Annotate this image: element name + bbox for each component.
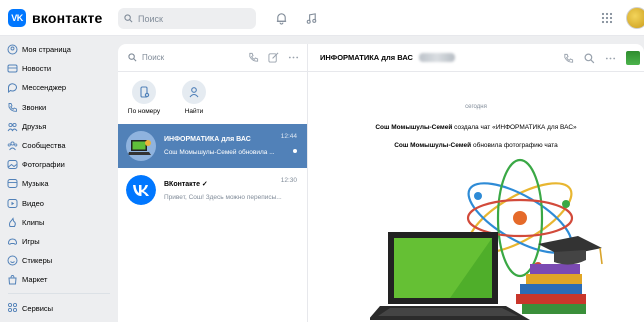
sidebar-item-label: Звонки (22, 102, 47, 112)
chat-search-placeholder: Поиск (142, 53, 165, 62)
chat-last-message: Привет, Сош! Здесь можно переписы... (164, 193, 282, 201)
left-sidebar: Моя страница Новости Мессенджер Звонки Друзь… (0, 36, 118, 322)
chat-avatar-vk (126, 175, 156, 205)
photo-icon (7, 160, 18, 170)
music-note-icon[interactable] (302, 9, 320, 27)
conversation-header[interactable]: ИНФОРМАТИКА для ВАС (308, 44, 644, 72)
sidebar-item-community[interactable]: Сообщества (0, 136, 118, 155)
sidebar-item-vkpay[interactable]: VK Pay (0, 318, 118, 322)
call-icon[interactable] (563, 53, 574, 64)
quick-actions: По номеру Найти (118, 72, 307, 124)
services-icon (7, 303, 18, 313)
sidebar-item-news[interactable]: Новости (0, 59, 118, 78)
chat-time: 12:44 (280, 133, 297, 140)
system-actor[interactable]: Сош Момышулы-Семей (375, 124, 452, 131)
unread-dot-icon (293, 149, 297, 153)
compose-icon[interactable] (268, 52, 279, 63)
chat-list-panel: Поиск По номеру Найти ИНФОРМАТИКА для ВА… (118, 44, 308, 322)
sidebar-item-label: Моя страница (22, 45, 71, 55)
vk-logo[interactable]: VK вконтакте (8, 9, 103, 27)
sidebar-item-stickers[interactable]: Стикеры (0, 251, 118, 270)
quick-find[interactable]: Найти (176, 80, 212, 124)
sidebar-item-label: Сообщества (22, 141, 66, 151)
market-icon (8, 275, 17, 285)
chat-avatar-informatika (126, 131, 156, 161)
sidebar-item-games[interactable]: Игры (0, 232, 118, 251)
sidebar-item-music[interactable]: Музыка (0, 174, 118, 193)
chat-item-informatika[interactable]: ИНФОРМАТИКА для ВАС Сош Момышулы-Семей о… (118, 124, 307, 168)
sidebar-item-phone[interactable]: Звонки (0, 98, 118, 117)
system-message-photo: Сош Момышулы-Семей обновила фотографию ч… (308, 142, 644, 149)
profile-avatar[interactable] (626, 7, 644, 29)
news-icon (7, 64, 18, 73)
more-icon[interactable] (288, 52, 299, 63)
system-text: создала чат «ИНФОРМАТИКА для ВАС» (452, 124, 577, 131)
community-icon (7, 141, 18, 151)
sidebar-item-label: Маркет (22, 275, 48, 285)
date-divider: сегодня (465, 104, 487, 110)
user-icon (7, 44, 18, 55)
bell-icon[interactable] (272, 9, 290, 27)
chat-search-input[interactable]: Поиск (118, 44, 307, 72)
sidebar-item-label: Игры (22, 236, 40, 246)
phone-add-icon (140, 86, 150, 98)
chat-photo-thumbnail[interactable] (626, 51, 640, 65)
chat-last-message: Сош Момышулы-Семей обновила ... (164, 149, 275, 156)
chat-name: ВКонтакте ✓ (164, 180, 208, 188)
video-icon (7, 198, 18, 208)
sidebar-item-friends[interactable]: Друзья (0, 117, 118, 136)
sidebar-item-clips[interactable]: Клипы (0, 213, 118, 232)
system-message-created: Сош Момышулы-Семей создала чат «ИНФОРМАТ… (308, 124, 644, 131)
sidebar-item-market[interactable]: Маркет (0, 270, 118, 289)
more-icon[interactable] (605, 53, 616, 64)
sidebar-item-label: Стикеры (22, 256, 53, 266)
music-icon (7, 179, 18, 189)
sidebar-item-services[interactable]: Сервисы (0, 298, 118, 317)
search-icon[interactable] (584, 52, 595, 64)
blurred-emoji (418, 53, 455, 62)
top-bar: VK вконтакте Поиск (0, 0, 644, 36)
sidebar-item-label: Музыка (22, 179, 49, 189)
person-search-icon (189, 87, 199, 98)
stickers-icon (7, 255, 18, 266)
quick-by-number-label: По номеру (127, 108, 161, 115)
message-icon (7, 83, 17, 94)
friends-icon (7, 122, 18, 132)
call-icon[interactable] (248, 52, 259, 63)
top-search-input[interactable]: Поиск (118, 8, 256, 29)
search-icon (128, 53, 137, 62)
sidebar-item-message[interactable]: Мессенджер (0, 78, 118, 97)
chat-name: ИНФОРМАТИКА для ВАС (164, 136, 251, 143)
sidebar-item-label: Сервисы (22, 303, 54, 313)
sidebar-item-label: Новости (22, 64, 52, 74)
conversation-panel: ИНФОРМАТИКА для ВАС сегодня Сош Момышулы… (308, 44, 644, 322)
vk-logo-text: вконтакте (32, 10, 103, 26)
clips-icon (9, 216, 16, 227)
top-search-placeholder: Поиск (138, 13, 163, 24)
quick-by-number[interactable]: По номеру (126, 80, 162, 124)
sidebar-divider (8, 293, 110, 295)
phone-icon (8, 102, 17, 112)
sidebar-item-photo[interactable]: Фотографии (0, 155, 118, 174)
sidebar-item-label: Клипы (22, 217, 45, 227)
chat-item-vkontakte[interactable]: ВКонтакте ✓ Привет, Сош! Здесь можно пер… (118, 168, 307, 212)
sidebar-item-label: Видео (22, 198, 44, 208)
games-icon (7, 238, 18, 245)
quick-find-label: Найти (184, 108, 204, 115)
vk-logo-badge: VK (8, 9, 26, 27)
search-icon (124, 14, 133, 23)
system-text: обновила фотографию чата (471, 142, 558, 149)
apps-grid-icon[interactable] (598, 9, 616, 27)
chat-photo-image[interactable] (370, 156, 610, 322)
chat-time: 12:30 (280, 177, 297, 184)
sidebar-item-label: Фотографии (22, 160, 65, 170)
sidebar-item-label: Мессенджер (22, 83, 67, 93)
system-actor[interactable]: Сош Момышулы-Семей (394, 142, 471, 149)
sidebar-item-user[interactable]: Моя страница (0, 40, 118, 59)
conversation-title: ИНФОРМАТИКА для ВАС (320, 53, 413, 62)
sidebar-item-video[interactable]: Видео (0, 194, 118, 213)
sidebar-item-label: Друзья (22, 121, 47, 131)
